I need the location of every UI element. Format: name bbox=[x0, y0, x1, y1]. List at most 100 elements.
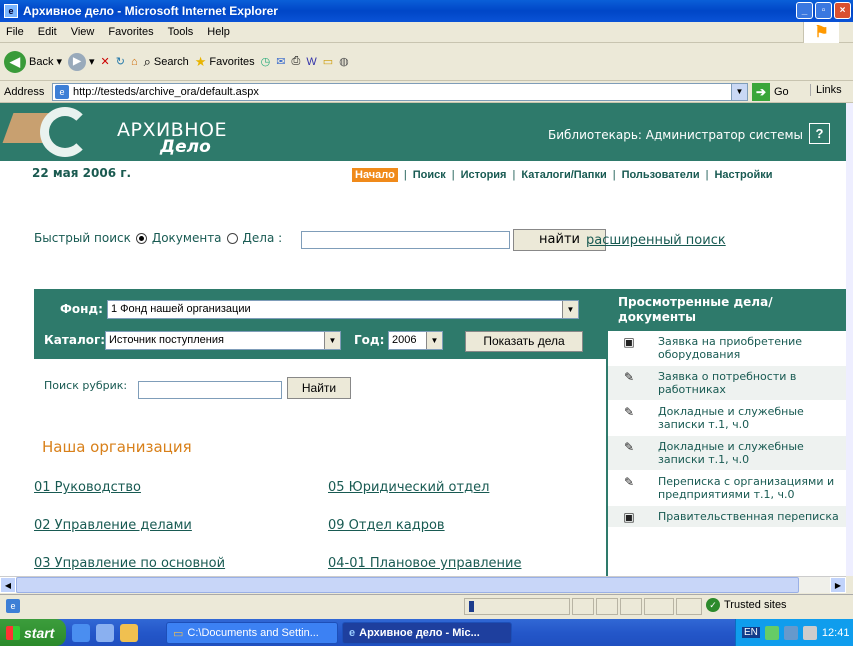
nav-home[interactable]: Начало bbox=[352, 168, 398, 182]
task-ie[interactable]: e Архивное дело - Mic... bbox=[342, 622, 512, 644]
quick-search: Быстрый поиск Документа Дела : найти bbox=[34, 229, 606, 251]
maximize-button[interactable]: ▫ bbox=[815, 2, 832, 19]
nav-separator: | bbox=[451, 169, 455, 181]
recent-item[interactable]: ✎ Докладные и служебные записки т.1, ч.0 bbox=[608, 401, 846, 436]
page-icon: e bbox=[55, 85, 69, 99]
word-icon[interactable]: W bbox=[306, 56, 316, 68]
status-cell bbox=[572, 598, 594, 615]
fund-label: Фонд: bbox=[60, 302, 103, 316]
date-nav-bar: 22 мая 2006 г. Начало | Поиск | История … bbox=[0, 161, 846, 185]
nav-settings[interactable]: Настройки bbox=[714, 169, 772, 181]
recent-item[interactable]: ▣ Правительственная переписка bbox=[608, 506, 846, 528]
page-viewport: АРХИВНОЕ Дело Библиотекарь: Администрато… bbox=[0, 103, 846, 576]
rubric-search-button[interactable]: Найти bbox=[287, 377, 351, 399]
forward-arrow-icon: ▶ bbox=[68, 52, 86, 71]
menu-tools[interactable]: Tools bbox=[168, 26, 194, 38]
menu-view[interactable]: View bbox=[71, 26, 95, 38]
recent-title: Просмотренные дела/документы bbox=[608, 289, 846, 331]
year-select[interactable]: 2006 ▼ bbox=[388, 331, 443, 350]
security-zone: ✓ Trusted sites bbox=[706, 598, 787, 612]
menu-favorites[interactable]: Favorites bbox=[108, 26, 153, 38]
department-link[interactable]: 03 Управление по основной bbox=[34, 556, 225, 571]
mail-icon[interactable]: ✉ bbox=[276, 55, 285, 68]
task-ie-label: Архивное дело - Mic... bbox=[359, 627, 480, 639]
recent-item-label: Докладные и служебные записки т.1, ч.0 bbox=[658, 440, 804, 466]
recent-item[interactable]: ✎ Переписка с организациями и предприятия… bbox=[608, 471, 846, 506]
start-button[interactable]: start bbox=[0, 619, 66, 646]
nav-search[interactable]: Поиск bbox=[413, 169, 446, 181]
back-button[interactable]: ◀ Back ▾ bbox=[4, 50, 62, 73]
menu-help[interactable]: Help bbox=[207, 26, 230, 38]
refresh-icon[interactable]: ↻ bbox=[116, 55, 125, 68]
year-label: Год: bbox=[354, 333, 385, 347]
task-explorer[interactable]: ▭ C:\Documents and Settin... bbox=[166, 622, 338, 644]
radio-case-label: Дела : bbox=[242, 231, 283, 245]
clock: 12:41 bbox=[821, 626, 850, 639]
address-input[interactable]: e http://testeds/archive_ora/default.asp… bbox=[52, 83, 748, 101]
print-icon[interactable]: ⎙ bbox=[292, 55, 301, 68]
network-icon[interactable] bbox=[764, 625, 779, 640]
advanced-search-link[interactable]: расширенный поиск bbox=[586, 233, 726, 248]
links-button[interactable]: Links bbox=[810, 84, 842, 96]
department-link[interactable]: 02 Управление делами bbox=[34, 518, 192, 533]
rubric-search-label: Поиск рубрик: bbox=[44, 379, 128, 392]
scroll-right-icon[interactable]: ▶ bbox=[830, 577, 846, 593]
fund-value: 1 Фонд нашей организации bbox=[111, 303, 251, 315]
recent-item[interactable]: ✎ Докладные и служебные записки т.1, ч.0 bbox=[608, 436, 846, 471]
scroll-thumb[interactable] bbox=[16, 577, 799, 593]
case-icon: ✎ bbox=[623, 475, 635, 489]
messenger-icon[interactable]: ◍ bbox=[339, 55, 349, 68]
fund-filter-panel: Фонд: 1 Фонд нашей организации ▼ Каталог… bbox=[34, 289, 606, 359]
favorites-button[interactable]: ★ Favorites bbox=[195, 54, 255, 70]
horizontal-scrollbar[interactable]: ◀ ▶ bbox=[0, 576, 846, 593]
catalog-select[interactable]: Источник поступления ▼ bbox=[105, 331, 341, 350]
quick-search-label: Быстрый поиск bbox=[34, 231, 131, 245]
status-cell bbox=[620, 598, 642, 615]
department-link[interactable]: 05 Юридический отдел bbox=[328, 480, 489, 495]
recent-item[interactable]: ▣ Заявка на приобретение оборудования bbox=[608, 331, 846, 366]
nav-users[interactable]: Пользователи bbox=[622, 169, 700, 181]
ie-icon: e bbox=[349, 627, 356, 639]
case-icon: ✎ bbox=[623, 440, 635, 454]
ie-icon: e bbox=[4, 4, 18, 18]
nav-history[interactable]: История bbox=[461, 169, 507, 181]
desktop-quicklaunch-icon[interactable] bbox=[120, 623, 138, 642]
department-link[interactable]: 09 Отдел кадров bbox=[328, 518, 445, 533]
menu-file[interactable]: File bbox=[6, 26, 24, 38]
radio-document[interactable] bbox=[135, 232, 147, 244]
address-dropdown-icon[interactable]: ▼ bbox=[731, 84, 747, 100]
radio-case[interactable] bbox=[226, 232, 238, 244]
go-button[interactable]: ➔ Go bbox=[752, 83, 789, 101]
folder-icon[interactable]: ▭ bbox=[323, 55, 333, 68]
ie-window: e Архивное дело - Microsoft Internet Exp… bbox=[0, 0, 853, 646]
address-label: Address bbox=[4, 85, 45, 98]
language-indicator[interactable]: EN bbox=[742, 627, 760, 638]
quick-search-input[interactable] bbox=[301, 231, 510, 249]
help-button[interactable]: ? bbox=[809, 123, 830, 144]
recent-item[interactable]: ✎ Заявка о потребности в работниках bbox=[608, 366, 846, 401]
fund-select[interactable]: 1 Фонд нашей организации ▼ bbox=[107, 300, 579, 319]
media-quicklaunch-icon[interactable] bbox=[96, 623, 114, 642]
logo-line2: Дело bbox=[160, 137, 211, 157]
show-cases-button[interactable]: Показать дела bbox=[465, 331, 583, 352]
home-icon[interactable]: ⌂ bbox=[131, 56, 138, 68]
nav-catalogs[interactable]: Каталоги/Папки bbox=[521, 169, 606, 181]
title-bar: e Архивное дело - Microsoft Internet Exp… bbox=[0, 0, 853, 22]
department-link[interactable]: 01 Руководство bbox=[34, 480, 141, 495]
tray-app-icon[interactable] bbox=[802, 625, 817, 640]
department-link[interactable]: 04-01 Плановое управление bbox=[328, 556, 521, 571]
rubric-search-input[interactable] bbox=[138, 381, 282, 399]
search-button[interactable]: ⌕ Search bbox=[144, 54, 189, 70]
volume-icon[interactable] bbox=[783, 625, 798, 640]
minimize-button[interactable]: _ bbox=[796, 2, 813, 19]
forward-button[interactable]: ▶ ▾ bbox=[68, 52, 95, 71]
go-arrow-icon: ➔ bbox=[752, 83, 770, 101]
scroll-left-icon[interactable]: ◀ bbox=[0, 577, 16, 593]
menu-edit[interactable]: Edit bbox=[38, 26, 57, 38]
history-icon[interactable]: ◷ bbox=[261, 55, 271, 68]
stop-icon[interactable]: ✕ bbox=[101, 55, 110, 68]
search-icon: ⌕ bbox=[143, 53, 151, 69]
ie-quicklaunch-icon[interactable] bbox=[72, 623, 90, 642]
close-button[interactable]: × bbox=[834, 2, 851, 19]
vertical-scrollbar[interactable] bbox=[846, 103, 853, 576]
